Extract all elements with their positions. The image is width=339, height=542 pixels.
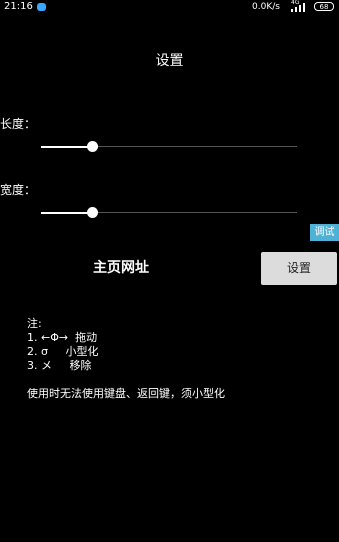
usage-notes: 注: 1. ←Φ→ 拖动 2. σ 小型化 3. メ 移除 — [27, 317, 98, 373]
page-title: 设置 — [155, 53, 184, 69]
note-item: 2. σ 小型化 — [27, 345, 99, 358]
status-time: 21:16 — [4, 1, 33, 12]
width-slider-thumb[interactable] — [87, 207, 98, 218]
signal-icon — [291, 3, 308, 12]
notes-header: 注: — [27, 317, 42, 330]
debug-button[interactable]: 调试 — [310, 224, 339, 241]
battery-level: 68 — [319, 3, 329, 11]
battery-icon: 68 — [314, 2, 334, 11]
usage-warning: 使用时无法使用键盘、返回键，须小型化 — [27, 387, 225, 400]
width-slider[interactable] — [41, 206, 297, 220]
note-item: 3. メ 移除 — [27, 359, 92, 372]
width-label: 宽度： — [0, 183, 37, 197]
homepage-url-label: 主页网址 — [93, 260, 149, 276]
length-slider-fill — [41, 146, 92, 148]
width-slider-fill — [41, 212, 92, 214]
length-label: 长度： — [0, 117, 37, 131]
network-speed: 0.0K/s — [252, 2, 280, 12]
settings-screen: 21:16 0.0K/s 4G 68 设置 长度： 宽度： 调试 主页网址 设置… — [0, 0, 339, 542]
set-homepage-button[interactable]: 设置 — [261, 252, 337, 285]
status-bar: 21:16 0.0K/s 4G 68 — [0, 0, 339, 16]
length-slider-thumb[interactable] — [87, 141, 98, 152]
notification-app-icon — [37, 3, 46, 11]
length-slider[interactable] — [41, 140, 297, 154]
note-item: 1. ←Φ→ 拖动 — [27, 331, 98, 344]
